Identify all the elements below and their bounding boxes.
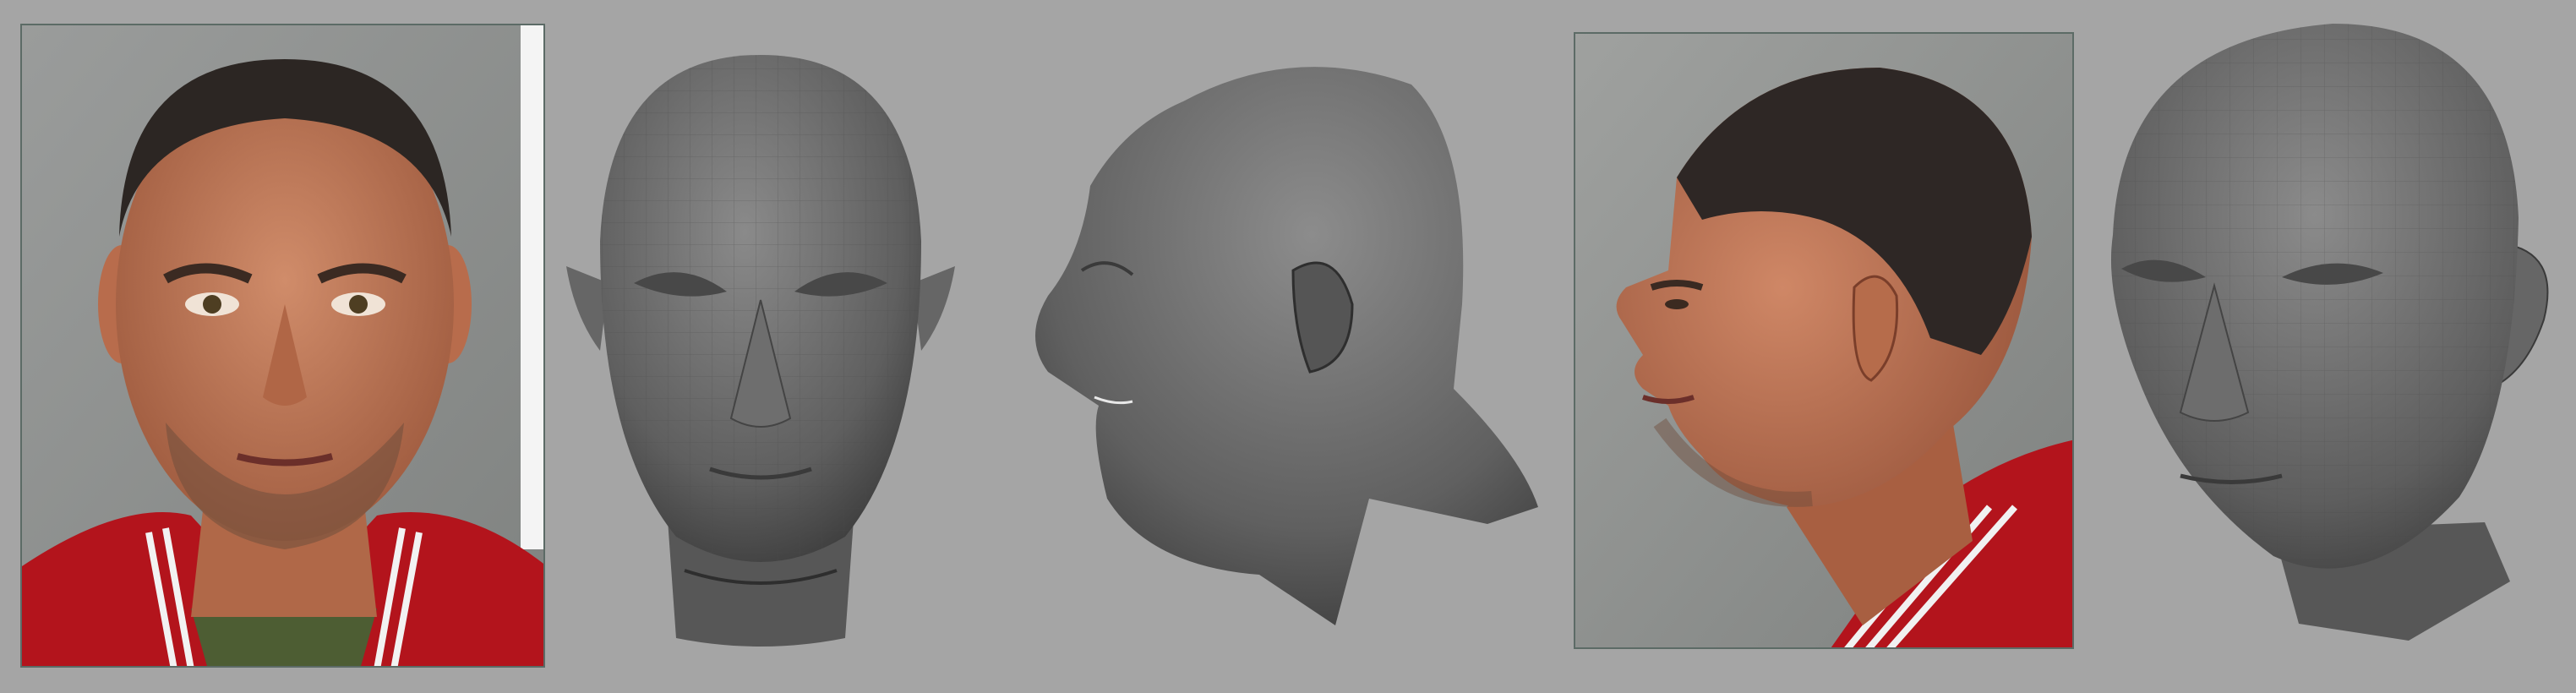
profile-mesh xyxy=(1014,51,1555,642)
front-mesh-drawing xyxy=(566,55,955,647)
mesh-head-profile xyxy=(1035,67,1538,625)
profile-photo-drawing xyxy=(1575,34,2072,647)
profile-mesh-drawing xyxy=(1035,67,1538,625)
three-quarter-mesh-drawing xyxy=(2111,24,2549,641)
front-photo-drawing xyxy=(22,25,543,666)
three-quarter-mesh xyxy=(2088,15,2561,658)
profile-photo xyxy=(1574,32,2074,649)
front-mesh xyxy=(558,46,963,655)
front-photo xyxy=(20,24,545,668)
